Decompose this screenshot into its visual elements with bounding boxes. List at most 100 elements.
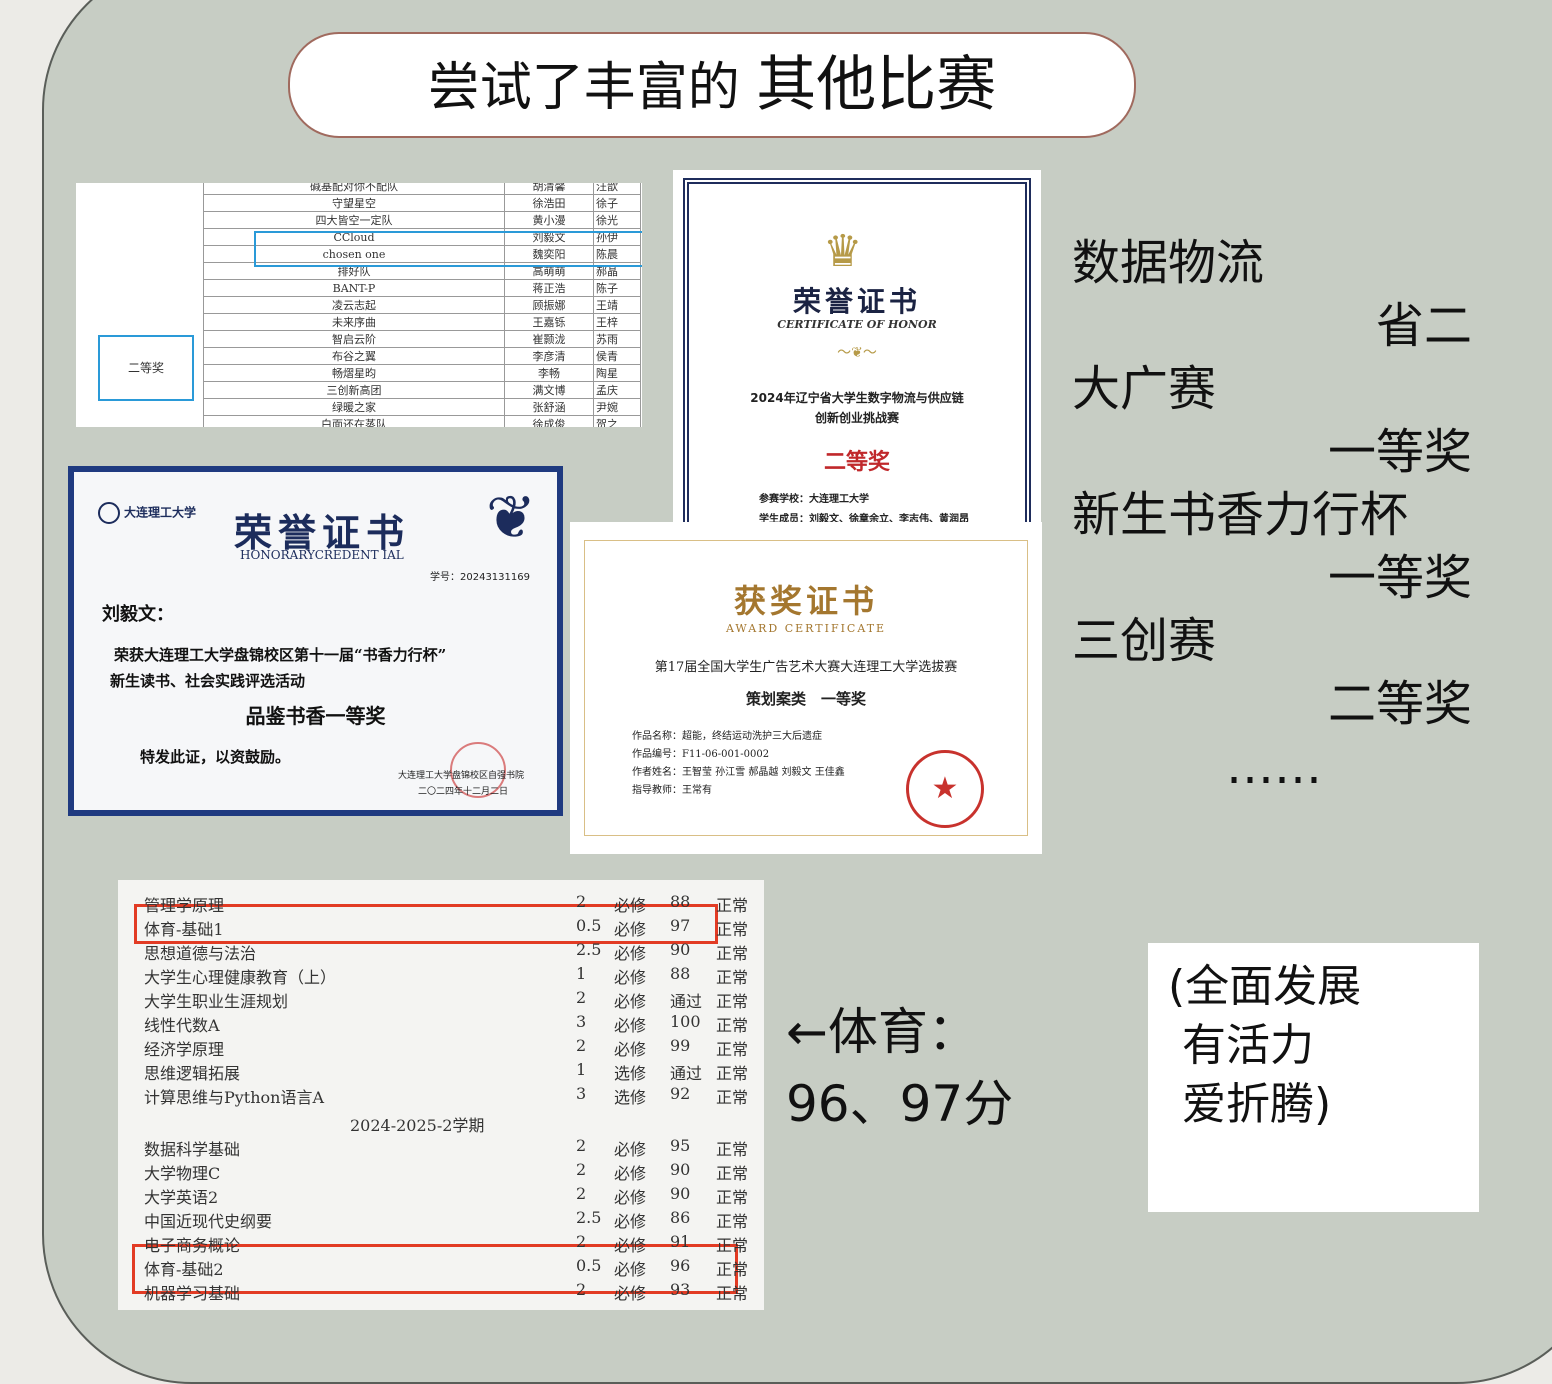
grade-course: 计算思维与Python语言A bbox=[144, 1088, 325, 1107]
grade-credit: 0.5 bbox=[576, 1256, 602, 1275]
grade-score: 100 bbox=[670, 1012, 701, 1031]
grade-credit: 2 bbox=[576, 1036, 587, 1055]
grade-status: 正常 bbox=[716, 1212, 749, 1231]
grade-type: 必修 bbox=[614, 1040, 647, 1059]
grade-type: 必修 bbox=[614, 992, 647, 1011]
grade-type: 必修 bbox=[614, 1016, 647, 1035]
table-cell: 陈子 bbox=[593, 279, 641, 297]
award-name: 大广赛 bbox=[1072, 361, 1217, 417]
awards-more: …… bbox=[1226, 739, 1322, 795]
grade-type: 必修 bbox=[614, 1212, 647, 1231]
work-name: 作品名称：超能，终结运动洗护三大后遗症 bbox=[632, 731, 822, 742]
grade-type: 必修 bbox=[614, 1164, 647, 1183]
table-row: 三创新高团 满文博 孟庆 bbox=[203, 381, 641, 399]
grade-credit: 2 bbox=[576, 1232, 587, 1251]
event-line-1: 2024年辽宁省大学生数字物流与供应链 bbox=[750, 391, 964, 405]
grade-credit: 2 bbox=[576, 1280, 587, 1299]
award-name: 三创赛 bbox=[1072, 613, 1217, 669]
sports-line-2: 96、97分 bbox=[786, 1075, 1014, 1133]
event-line-2: 创新创业挑战赛 bbox=[814, 411, 899, 425]
sports-note: ←体育： 96、97分 bbox=[786, 996, 1013, 1140]
title-part2: 其他比赛 bbox=[756, 50, 997, 120]
slide-title: 尝试了丰富的 其他比赛 bbox=[288, 32, 1136, 138]
table-row: 布谷之翼 李彦清 侯青 bbox=[203, 347, 641, 365]
certificate-school: 参赛学校：大连理工大学 bbox=[759, 494, 869, 505]
award-level: 二等奖 bbox=[1327, 676, 1472, 732]
grade-type: 必修 bbox=[614, 1236, 647, 1255]
certificate-subtitle: AWARD CERTIFICATE bbox=[725, 622, 887, 635]
table-cell: 白面还在蒸队 bbox=[203, 415, 505, 427]
issuer: 大连理工大学盘锦校区自强书院 bbox=[398, 771, 525, 781]
grade-score: 通过 bbox=[670, 992, 703, 1011]
table-cell: 张舒涵 bbox=[504, 398, 594, 416]
grade-status: 正常 bbox=[716, 1236, 749, 1255]
grade-type: 必修 bbox=[614, 1284, 647, 1303]
certificate-body-1: 荣获大连理工大学盘锦校区第十一届“书香力行杯” bbox=[114, 646, 447, 664]
table-cell: 汪歆 bbox=[593, 183, 641, 195]
table-row: BANT-P 蒋正浩 陈子 bbox=[203, 279, 641, 297]
table-row: 绿暖之家 张舒涵 尹婉 bbox=[203, 398, 641, 416]
grade-status: 正常 bbox=[716, 1064, 749, 1083]
table-cell: 王靖 bbox=[593, 296, 641, 314]
table-cell: BANT-P bbox=[203, 279, 505, 297]
table-cell: 陶星 bbox=[593, 364, 641, 382]
grade-credit: 0.5 bbox=[576, 916, 602, 935]
recipient-name: 刘毅文： bbox=[102, 604, 174, 625]
grade-course: 中国近现代史纲要 bbox=[144, 1212, 273, 1231]
grade-score: 86 bbox=[670, 1208, 691, 1227]
reading-certificate: 大连理工大学 ❦ 荣誉证书 HONORARYCREDENT IAL 学号：202… bbox=[68, 466, 563, 816]
table-cell: 徐光 bbox=[593, 211, 641, 229]
award-level: 一等奖 bbox=[1327, 550, 1472, 606]
title-part1: 尝试了丰富的 bbox=[427, 58, 740, 118]
table-cell: 徐浩田 bbox=[504, 194, 594, 212]
grade-score: 93 bbox=[670, 1280, 691, 1299]
table-row: 白面还在蒸队 徐成俊 贺之 bbox=[203, 415, 641, 427]
table-row: 未来序曲 王嘉铄 王梓 bbox=[203, 313, 641, 331]
grade-course: 管理学原理 bbox=[144, 896, 225, 915]
grade-status: 正常 bbox=[716, 1260, 749, 1279]
grade-type: 必修 bbox=[614, 1188, 647, 1207]
table-cell: 徐子 bbox=[593, 194, 641, 212]
grade-status: 正常 bbox=[716, 1284, 749, 1303]
logistics-certificate: ♛ 荣誉证书 CERTIFICATE OF HONOR ～❦～ 2024年辽宁省… bbox=[673, 170, 1041, 522]
grade-course: 大学生职业生涯规划 bbox=[144, 992, 289, 1011]
certificate-title: 荣誉证书 bbox=[792, 285, 921, 318]
grade-credit: 2 bbox=[576, 1160, 587, 1179]
table-cell: 尹婉 bbox=[593, 398, 641, 416]
grade-course: 机器学习基础 bbox=[144, 1284, 241, 1303]
grade-type: 必修 bbox=[614, 896, 647, 915]
ad-contest-certificate: 获奖证书 AWARD CERTIFICATE 第17届全国大学生广告艺术大赛大连… bbox=[570, 522, 1042, 854]
table-cell: 孟庆 bbox=[593, 381, 641, 399]
note-line2: 有活力 bbox=[1168, 1020, 1314, 1071]
grade-score: 88 bbox=[670, 892, 691, 911]
grade-credit: 1 bbox=[576, 964, 587, 983]
grade-status: 正常 bbox=[716, 968, 749, 987]
authors: 作者姓名：王智莹 孙江雪 郝晶越 刘毅文 王佳鑫 bbox=[632, 767, 845, 778]
certificate-title: 获奖证书 bbox=[733, 582, 878, 620]
grade-score: 90 bbox=[670, 1184, 691, 1203]
crown-icon: ♛ bbox=[823, 226, 863, 277]
grade-status: 正常 bbox=[716, 1040, 749, 1059]
table-cell: 三创新高团 bbox=[203, 381, 505, 399]
grade-course: 思维逻辑拓展 bbox=[144, 1064, 241, 1083]
table-row: 四大皆空一定队 黄小漫 徐光 bbox=[203, 211, 641, 229]
table-cell: 守望星空 bbox=[203, 194, 505, 212]
award-level: 一等奖 bbox=[1327, 424, 1472, 480]
summary-note: (全面发展 有活力 爱折腾) bbox=[1148, 943, 1479, 1212]
team-table: 碱基配对你不配队 胡清馨 汪歆 守望星空 徐浩田 徐子 四大皆空一定队 黄小漫 徐光 CCloud… bbox=[203, 183, 641, 427]
table-cell: 凌云志起 bbox=[203, 296, 505, 314]
grade-type: 选修 bbox=[614, 1064, 647, 1083]
certificate-prize: 品鉴书香一等奖 bbox=[245, 704, 386, 728]
table-cell: 李畅 bbox=[504, 364, 594, 382]
table-cell: 苏雨 bbox=[593, 330, 641, 348]
grade-score: 91 bbox=[670, 1232, 691, 1251]
grade-course: 大学物理C bbox=[144, 1164, 221, 1183]
grade-type: 必修 bbox=[614, 968, 647, 987]
table-row: 凌云志起 顾振娜 王靖 bbox=[203, 296, 641, 314]
semester-label: 2024-2025-2学期 bbox=[350, 1116, 485, 1135]
grade-course: 体育-基础2 bbox=[144, 1260, 224, 1279]
certificate-event: 第17届全国大学生广告艺术大赛大连理工大学选拔赛 bbox=[654, 660, 958, 675]
grade-status: 正常 bbox=[716, 896, 749, 915]
grade-credit: 2 bbox=[576, 892, 587, 911]
seal-icon: ★ bbox=[906, 750, 984, 828]
